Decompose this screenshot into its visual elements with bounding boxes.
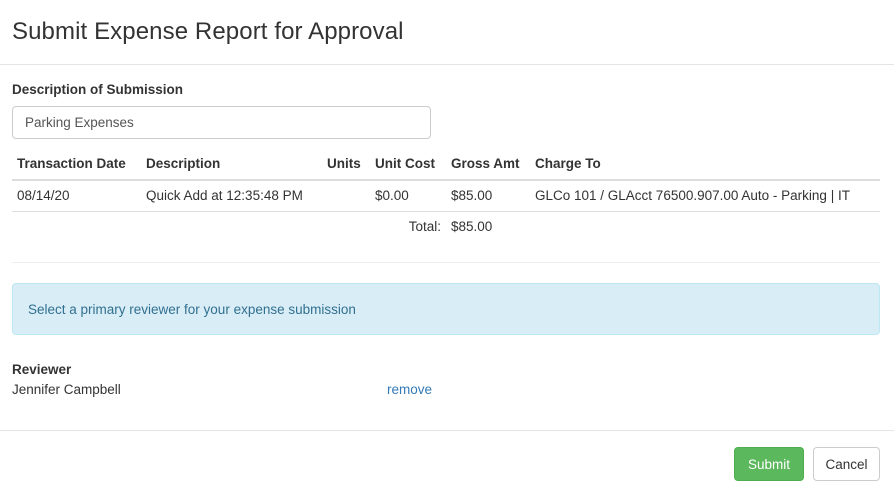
cell-charge-to: GLCo 101 / GLAcct 76500.907.00 Auto - Pa… bbox=[530, 180, 880, 212]
reviewer-label: Reviewer bbox=[12, 362, 72, 377]
cell-date: 08/14/20 bbox=[12, 180, 141, 212]
cell-units bbox=[322, 180, 370, 212]
reviewer-info-alert: Select a primary reviewer for your expen… bbox=[12, 283, 880, 335]
header-gross-amt: Gross Amt bbox=[446, 148, 530, 181]
header-units: Units bbox=[322, 148, 370, 181]
cancel-button[interactable]: Cancel bbox=[813, 447, 880, 481]
total-value: $85.00 bbox=[451, 219, 493, 235]
transactions-table: Transaction Date Description Units Unit … bbox=[12, 148, 880, 242]
submit-button[interactable]: Submit bbox=[734, 447, 804, 481]
cell-gross-amt: $85.00 bbox=[446, 180, 530, 212]
expense-submit-modal: Submit Expense Report for Approval Descr… bbox=[0, 0, 894, 495]
cell-unit-cost: $0.00 bbox=[370, 180, 446, 212]
description-input[interactable] bbox=[12, 106, 431, 139]
table-row: 08/14/20 Quick Add at 12:35:48 PM $0.00 … bbox=[12, 180, 880, 212]
modal-header: Submit Expense Report for Approval bbox=[0, 0, 894, 65]
header-charge-to: Charge To bbox=[530, 148, 880, 181]
total-label: Total: bbox=[408, 219, 441, 235]
table-header-row: Transaction Date Description Units Unit … bbox=[12, 148, 880, 181]
section-divider bbox=[12, 262, 880, 263]
header-description: Description bbox=[141, 148, 322, 181]
description-label: Description of Submission bbox=[12, 82, 184, 97]
remove-reviewer-link[interactable]: remove bbox=[387, 382, 432, 397]
header-transaction-date: Transaction Date bbox=[12, 148, 141, 181]
reviewer-name: Jennifer Campbell bbox=[12, 382, 121, 397]
alert-text: Select a primary reviewer for your expen… bbox=[28, 301, 356, 317]
cell-description: Quick Add at 12:35:48 PM bbox=[141, 180, 322, 212]
header-unit-cost: Unit Cost bbox=[370, 148, 446, 181]
modal-title: Submit Expense Report for Approval bbox=[12, 18, 404, 45]
total-row: Total: $85.00 bbox=[12, 211, 880, 242]
modal-footer: Submit Cancel bbox=[0, 430, 894, 495]
